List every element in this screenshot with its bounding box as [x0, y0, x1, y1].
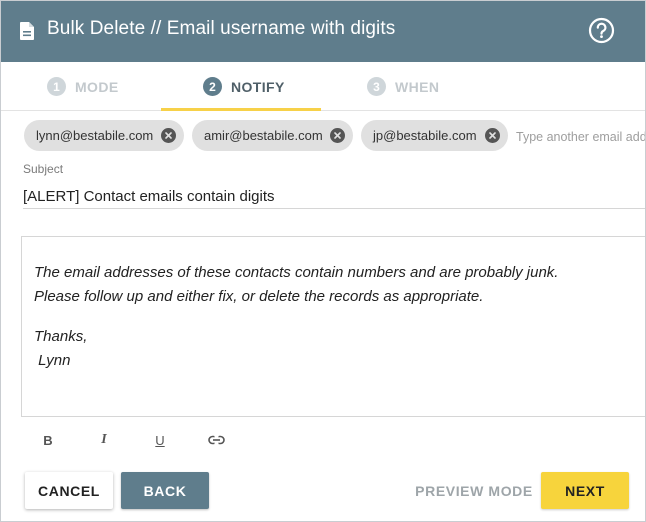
cancel-button[interactable]: CANCEL [25, 472, 113, 509]
step-notify[interactable]: 2 NOTIFY [203, 62, 285, 111]
back-button[interactable]: BACK [121, 472, 209, 509]
underline-button[interactable]: U [148, 429, 172, 451]
message-body-editor[interactable]: The email addresses of these contacts co… [21, 236, 645, 417]
step-number: 1 [47, 77, 66, 96]
next-button[interactable]: NEXT [541, 472, 629, 509]
dialog-title: Bulk Delete // Email username with digit… [47, 18, 396, 39]
title-bar: Bulk Delete // Email username with digit… [1, 1, 645, 62]
step-number: 3 [367, 77, 386, 96]
link-icon[interactable] [204, 429, 228, 451]
message-line: Please follow up and either fix, or dele… [34, 288, 484, 305]
recipient-email: amir@bestabile.com [204, 128, 323, 143]
active-step-indicator [161, 108, 321, 111]
document-icon [20, 22, 34, 40]
help-circle-icon[interactable] [588, 17, 615, 44]
remove-chip-icon[interactable] [330, 128, 345, 143]
recipient-chip[interactable]: lynn@bestabile.com [24, 120, 184, 151]
recipient-email: lynn@bestabile.com [36, 128, 154, 143]
remove-chip-icon[interactable] [161, 128, 176, 143]
recipient-email: jp@bestabile.com [373, 128, 477, 143]
preview-mode-button[interactable]: PREVIEW MODE [413, 472, 535, 509]
message-line: Lynn [34, 352, 71, 369]
subject-label: Subject [23, 162, 64, 176]
message-line: Thanks, [34, 328, 88, 345]
italic-button[interactable]: I [92, 429, 116, 451]
add-email-input[interactable] [516, 128, 645, 146]
step-label: WHEN [395, 78, 440, 95]
step-number: 2 [203, 77, 222, 96]
remove-chip-icon[interactable] [485, 128, 500, 143]
wizard-stepper: 1 MODE 2 NOTIFY 3 WHEN [1, 62, 645, 111]
recipient-chip[interactable]: jp@bestabile.com [361, 120, 508, 151]
step-when[interactable]: 3 WHEN [367, 62, 439, 111]
step-mode[interactable]: 1 MODE [47, 62, 119, 111]
step-label: NOTIFY [231, 78, 285, 95]
step-label: MODE [75, 78, 119, 95]
message-line: The email addresses of these contacts co… [34, 264, 559, 281]
recipient-chip[interactable]: amir@bestabile.com [192, 120, 353, 151]
subject-input[interactable] [23, 185, 645, 209]
bulk-delete-dialog: Bulk Delete // Email username with digit… [0, 0, 646, 522]
bold-button[interactable]: B [36, 429, 60, 451]
recipients-field: lynn@bestabile.com amir@bestabile.com jp… [1, 112, 645, 160]
